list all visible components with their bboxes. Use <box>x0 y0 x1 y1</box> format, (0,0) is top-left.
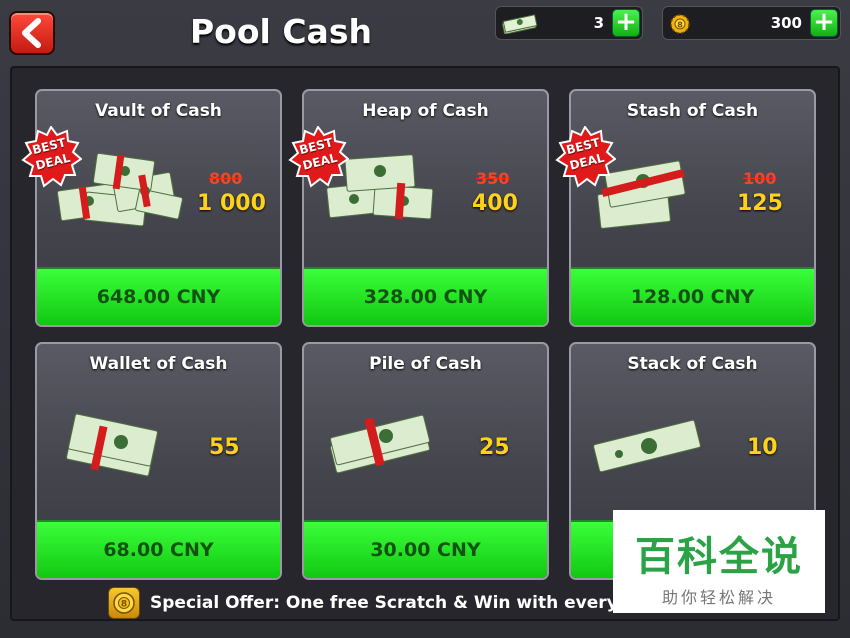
watermark-subtitle: 助你轻松解决 <box>661 588 776 607</box>
buy-button[interactable]: 648.00 CNY <box>37 267 280 325</box>
pack-name: Heap of Cash <box>362 101 489 121</box>
watermark-title: 百科全说 <box>635 534 803 580</box>
cash-amount: 10 <box>747 435 778 460</box>
best-deal-badge: BEST DEAL <box>554 125 617 188</box>
pack-card-pile[interactable]: Pile of Cash 25 30.00 CNY <box>302 342 549 580</box>
eight-ball-coin-icon: 8 <box>108 587 140 619</box>
chevron-left-icon <box>22 18 41 48</box>
cash-pile-small-icon <box>329 414 431 474</box>
pack-name: Vault of Cash <box>95 101 222 121</box>
best-deal-badge: BEST DEAL <box>287 125 350 188</box>
old-amount: 350 <box>476 169 510 188</box>
top-bar: Pool Cash 3 + 8 300 + <box>0 0 850 64</box>
cash-amount: 55 <box>209 435 240 460</box>
pack-card-wallet[interactable]: Wallet of Cash 55 68.00 CNY <box>35 342 282 580</box>
coin-count: 300 <box>770 14 802 32</box>
pack-card-vault[interactable]: Vault of Cash 800 1 000 648.00 CNY <box>35 89 282 327</box>
page-title: Pool Cash <box>190 12 372 51</box>
cash-amount: 25 <box>479 435 510 460</box>
cash-amount: 400 <box>472 191 518 216</box>
back-button[interactable] <box>9 11 55 55</box>
buy-button[interactable]: 68.00 CNY <box>37 520 280 578</box>
add-cash-button[interactable]: + <box>612 9 640 37</box>
plus-icon: + <box>615 7 637 37</box>
old-amount: 100 <box>743 169 777 188</box>
buy-button[interactable]: 328.00 CNY <box>304 267 547 325</box>
cash-amount: 1 000 <box>197 191 266 216</box>
cash-count: 3 <box>593 14 604 32</box>
best-deal-badge: BEST DEAL <box>20 125 83 188</box>
cash-balance: 3 + <box>495 6 643 40</box>
gear-coin-icon: 8 <box>670 14 690 34</box>
cash-icon <box>502 14 538 34</box>
special-offer-banner[interactable]: 8 Special Offer: One free Scratch & Win … <box>108 586 636 620</box>
add-coins-button[interactable]: + <box>810 9 838 37</box>
plus-icon: + <box>813 7 835 37</box>
buy-button[interactable]: 30.00 CNY <box>304 520 547 578</box>
watermark: 百科全说 助你轻松解决 <box>613 510 825 613</box>
pack-name: Stack of Cash <box>627 354 758 374</box>
cash-single-icon <box>593 419 701 473</box>
coin-balance: 8 300 + <box>662 6 841 40</box>
pack-name: Wallet of Cash <box>89 354 228 374</box>
svg-text:8: 8 <box>121 600 127 610</box>
special-offer-text: Special Offer: One free Scratch & Win wi… <box>150 593 636 613</box>
svg-text:8: 8 <box>677 21 683 30</box>
buy-button[interactable]: 128.00 CNY <box>571 267 814 325</box>
cash-wallet-icon <box>66 413 158 477</box>
pack-card-stash[interactable]: Stash of Cash 100 125 128.00 CNY <box>569 89 816 327</box>
old-amount: 800 <box>209 169 243 188</box>
pack-name: Stash of Cash <box>626 101 759 121</box>
pack-card-heap[interactable]: Heap of Cash 350 400 328.00 CNY <box>302 89 549 327</box>
pack-name: Pile of Cash <box>369 354 482 374</box>
cash-amount: 125 <box>737 191 783 216</box>
